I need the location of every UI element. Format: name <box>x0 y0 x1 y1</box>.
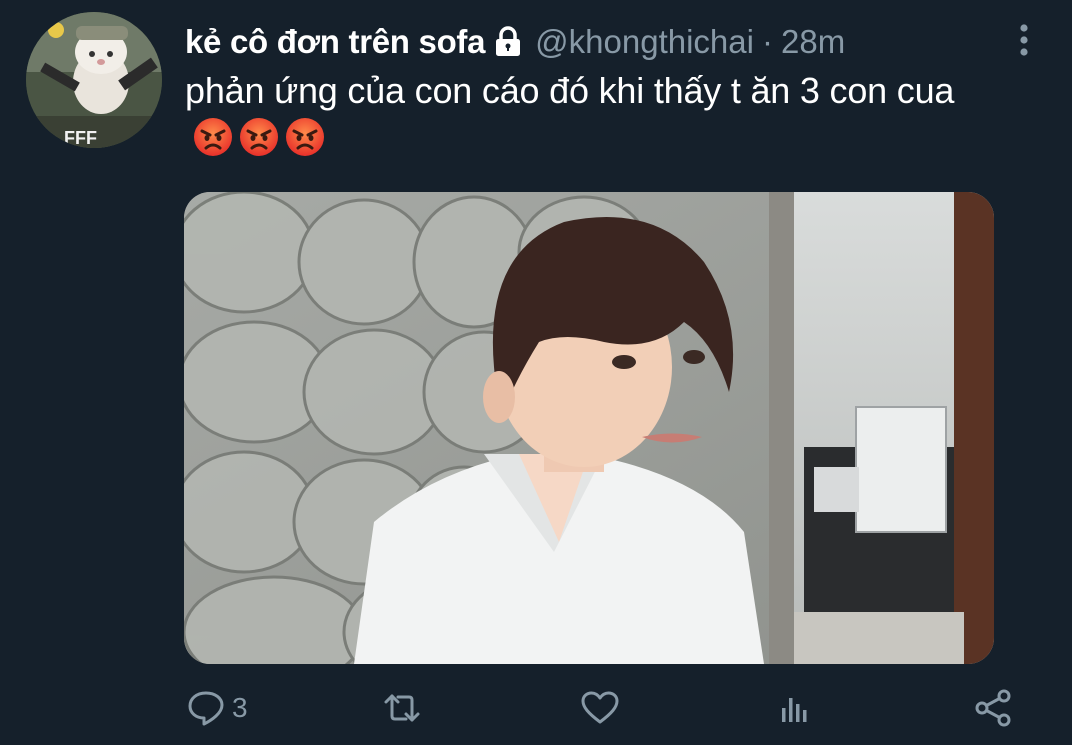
analytics-icon <box>782 698 807 722</box>
emoji-row <box>193 117 325 157</box>
share-icon <box>975 689 1011 727</box>
analytics-button[interactable] <box>776 680 816 736</box>
like-button[interactable] <box>580 680 626 736</box>
share-button[interactable] <box>974 680 1014 736</box>
lock-icon <box>493 26 523 58</box>
tweet-card[interactable]: FFF kẻ cô đơn trên sofa @khongthichai · … <box>0 0 1072 745</box>
tweet-text: phản ứng của con cáo đó khi thấy t ăn 3 … <box>185 68 1005 160</box>
display-name[interactable]: kẻ cô đơn trên sofa <box>185 23 485 61</box>
retweet-icon <box>384 694 420 722</box>
timestamp[interactable]: 28m <box>781 23 845 61</box>
heart-icon <box>581 691 619 724</box>
avatar[interactable]: FFF <box>26 12 162 148</box>
reply-icon <box>188 691 224 726</box>
retweet-button[interactable] <box>382 680 428 736</box>
angry-face-icon <box>285 117 325 157</box>
photo-image <box>184 192 994 664</box>
separator-dot: · <box>761 23 773 60</box>
tweet-photo[interactable] <box>184 192 994 664</box>
action-bar: 3 <box>0 680 1072 736</box>
reply-count: 3 <box>232 692 248 723</box>
angry-face-icon <box>193 117 233 157</box>
user-handle[interactable]: @khongthichai <box>535 23 754 61</box>
avatar-badge-text: FFF <box>64 128 97 148</box>
tweet-header: kẻ cô đơn trên sofa @khongthichai · 28m <box>185 20 845 64</box>
avatar-image: FFF <box>26 12 162 148</box>
more-options-icon[interactable] <box>1014 22 1034 58</box>
angry-face-icon <box>239 117 279 157</box>
reply-button[interactable]: 3 <box>186 680 248 736</box>
tweet-body: phản ứng của con cáo đó khi thấy t ăn 3 … <box>185 70 955 111</box>
